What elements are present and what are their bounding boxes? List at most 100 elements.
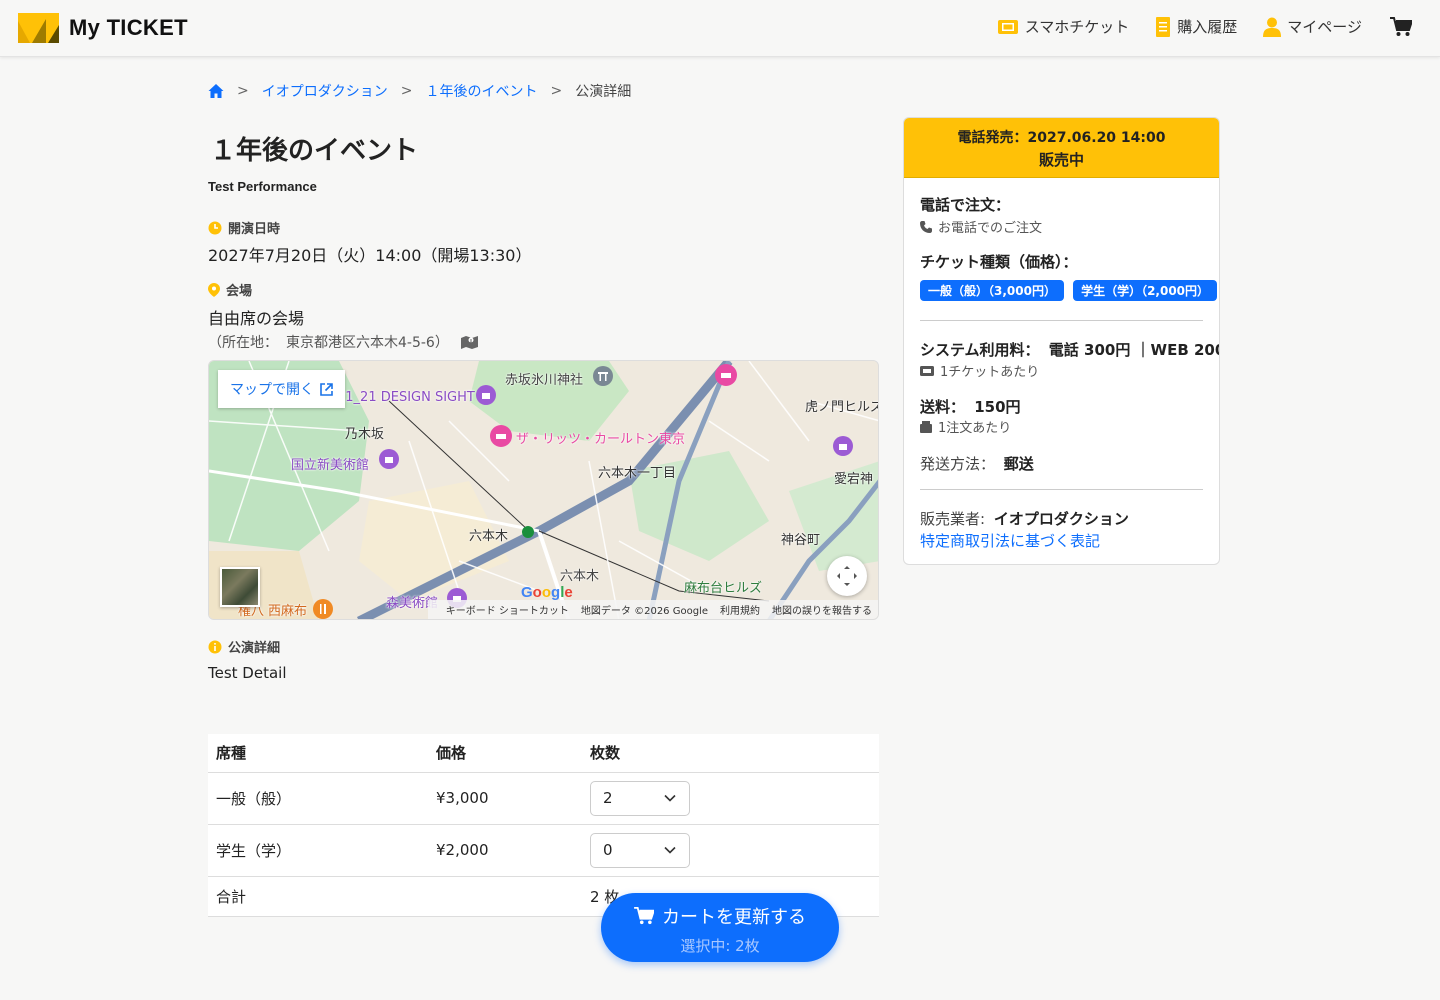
seller-label: 販売業者:: [920, 510, 986, 528]
map-icon[interactable]: [460, 335, 478, 349]
map-label: ザ・リッツ・カールトン東京: [516, 432, 686, 447]
logo-text: My TICKET: [69, 15, 188, 40]
table-row: 学生（学） ¥2,000 0: [208, 824, 879, 877]
ticket-type-badge: 学生（学）（2,000円）: [1073, 280, 1218, 301]
ticket-icon: [997, 19, 1018, 34]
system-fee: システム利用料： 電話 300円 ｜WEB 200円: [920, 339, 1219, 360]
sale-status: 販売中: [1038, 151, 1084, 169]
breadcrumb-item-event[interactable]: １年後のイベント: [425, 81, 537, 101]
nav-smart-ticket[interactable]: スマホチケット: [997, 16, 1130, 37]
map-shortcuts-link[interactable]: キーボード ショートカット: [446, 602, 569, 617]
quantity-select[interactable]: 0: [590, 832, 690, 868]
map-label: 麻布台ヒルズ: [684, 581, 763, 596]
detail-text: Test Detail: [208, 664, 287, 682]
header-nav: スマホチケット 購入履歴 マイページ: [971, 16, 1412, 37]
detail-section-label: 公演詳細: [208, 637, 280, 656]
legal-notice-link[interactable]: 特定商取引法に基づく表記: [920, 530, 1100, 551]
seat-price: ¥2,000: [428, 824, 582, 877]
date-section-label: 開演日時: [208, 218, 280, 237]
phone-order-text: お電話でのご注文: [938, 221, 1043, 236]
venue-label: 会場: [226, 284, 253, 299]
column-header: 価格: [428, 734, 582, 773]
chevron-down-icon: [664, 794, 676, 802]
logo-icon: [18, 13, 59, 43]
nav-smart-ticket-label: スマホチケット: [1024, 18, 1130, 36]
hotel-marker-icon: [715, 364, 737, 386]
update-cart-label: カートを更新する: [662, 907, 806, 928]
ticket-type-badges: 一般（般）（3,000円） 学生（学）（2,000円）: [920, 280, 1219, 301]
divider: [920, 489, 1203, 490]
delivery-value: 郵送: [1003, 455, 1034, 473]
cart-icon[interactable]: [1390, 16, 1412, 37]
external-link-icon: [320, 382, 333, 396]
nav-mypage-label: マイページ: [1287, 18, 1362, 36]
quantity-select[interactable]: 2: [590, 780, 690, 816]
sales-info-card: 電話発売：2027.06.20 14:00 販売中 電話で注文： お電話でのご注…: [903, 117, 1220, 565]
nav-mypage[interactable]: マイページ: [1263, 16, 1362, 37]
system-fee-note: 1チケットあたり: [940, 365, 1040, 380]
table-row: 一般（般） ¥3,000 2: [208, 772, 879, 825]
breadcrumb-separator: >: [400, 83, 413, 99]
quantity-value: 2: [603, 789, 613, 807]
seller-info: 販売業者: イオプロダクション: [920, 508, 1129, 529]
satellite-toggle[interactable]: [220, 567, 260, 607]
system-fee-value: 電話 300円 ｜WEB 200円: [1048, 341, 1219, 359]
nav-history[interactable]: 購入履歴: [1155, 16, 1237, 37]
map-terms-link[interactable]: 利用規約: [720, 602, 760, 617]
delivery-label: 発送方法：: [920, 455, 996, 473]
map-label: 六本木一丁目: [598, 466, 677, 481]
cart-icon: [634, 907, 654, 925]
map-data-credit: 地図データ ©2026 Google: [580, 606, 708, 617]
map-label: 21_21 DESIGN SIGHT: [337, 390, 475, 405]
ticket-types-label: チケット種類（価格）：: [920, 253, 1078, 271]
shrine-marker-icon: [593, 366, 613, 386]
map-label: 虎ノ門ヒルズ: [805, 400, 879, 415]
date-label: 開演日時: [228, 222, 281, 237]
museum-marker-icon: [833, 436, 853, 456]
divider: [920, 320, 1203, 321]
breadcrumb-item-organizer[interactable]: イオプロダクション: [262, 81, 388, 101]
breadcrumb-current: 公演詳細: [575, 84, 632, 100]
map-footer: キーボード ショートカット 地図データ ©2026 Google 利用規約 地図…: [427, 600, 878, 619]
phone-order-label: 電話で注文：: [920, 196, 1011, 214]
venue-name: 自由席の会場: [208, 309, 305, 328]
info-icon: [208, 640, 222, 653]
delivery-method: 発送方法： 郵送: [920, 453, 1034, 474]
location-pin-icon: [208, 282, 220, 297]
hotel-marker-icon: [490, 425, 512, 447]
venue-map[interactable]: 赤坂氷川神社 21_21 DESIGN SIGHT 乃木坂 ザ・リッツ・カールト…: [208, 360, 879, 620]
museum-marker-icon: [379, 449, 399, 469]
system-fee-note-row: 1チケットあたり: [920, 361, 1039, 380]
seat-type: 一般（般）: [208, 772, 428, 825]
logo[interactable]: My TICKET: [18, 13, 188, 43]
map-label: 愛宕神: [834, 472, 874, 487]
phone-icon: [920, 220, 932, 233]
update-cart-button[interactable]: カートを更新する 選択中: 2枚: [601, 893, 839, 962]
seat-price: ¥3,000: [428, 772, 582, 825]
shipping-value: 150円: [974, 398, 1021, 416]
shipping-label: 送料：: [920, 398, 966, 416]
museum-marker-icon: [476, 385, 496, 405]
total-label: 合計: [208, 876, 428, 917]
venue-section-label: 会場: [208, 280, 252, 299]
map-label: 六本木: [469, 529, 509, 544]
event-subtitle: Test Performance: [208, 179, 317, 194]
nav-history-label: 購入履歴: [1177, 18, 1238, 36]
ticket-table: 席種 価格 枚数 一般（般） ¥3,000 2 学生（学） ¥2,000 0 合…: [208, 734, 879, 917]
open-in-maps-link[interactable]: マップで開く: [218, 370, 345, 408]
open-in-maps-label: マップで開く: [230, 382, 314, 398]
event-date: 2027年7月20日（火）14:00（開場13:30）: [208, 246, 532, 265]
fullscreen-button[interactable]: [827, 556, 867, 596]
home-icon[interactable]: [208, 83, 224, 99]
column-header: 席種: [208, 734, 428, 773]
map-label: 六本木: [560, 569, 600, 584]
user-icon: [1263, 17, 1282, 37]
restaurant-marker-icon: [313, 599, 333, 619]
address-text: 東京都港区六本木4-5-6: [286, 335, 435, 351]
map-report-link[interactable]: 地図の誤りを報告する: [772, 602, 872, 617]
seller-value: イオプロダクション: [993, 510, 1129, 528]
breadcrumb: > イオプロダクション > １年後のイベント > 公演詳細: [208, 81, 631, 101]
map-label: 西麻布: [268, 604, 308, 619]
sales-status-header: 電話発売：2027.06.20 14:00 販売中: [904, 118, 1219, 178]
map-label: 赤坂氷川神社: [505, 373, 584, 388]
